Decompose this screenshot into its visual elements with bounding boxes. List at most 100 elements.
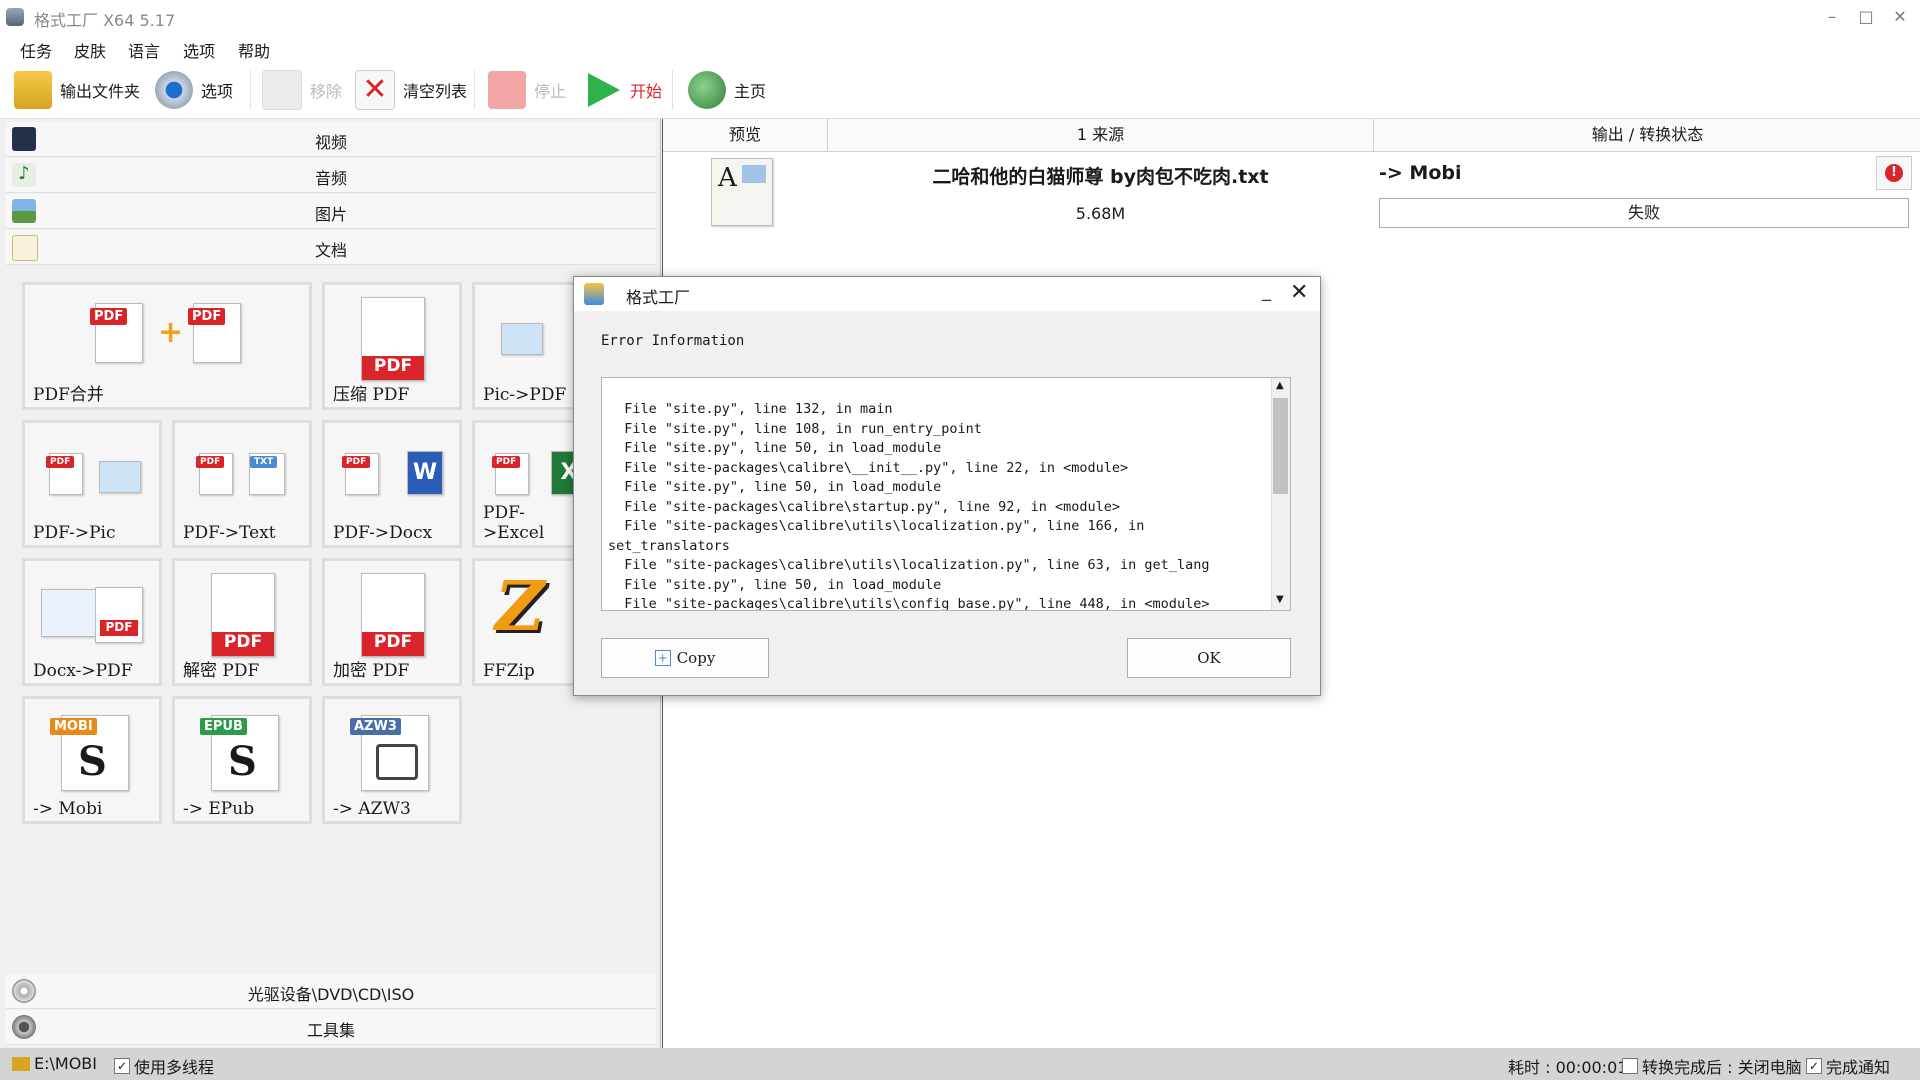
log-line: File "site.py", line 50, in load_module xyxy=(608,479,942,495)
tile-compress-pdf[interactable]: PDF 压缩 PDF xyxy=(322,282,462,410)
table-row[interactable]: A 二哈和他的白猫师尊 by肉包不吃肉.txt 5.68M -> Mobi ! … xyxy=(663,152,1920,232)
error-info-button[interactable]: ! xyxy=(1876,156,1912,190)
tile-to-mobi[interactable]: MOBI S -> Mobi xyxy=(22,696,162,824)
category-video-label: 视频 xyxy=(314,133,347,152)
scrollbar-thumb[interactable] xyxy=(1273,398,1288,494)
copy-label: Copy xyxy=(676,649,716,667)
scroll-up-arrow-icon[interactable]: ▲ xyxy=(1276,380,1284,391)
source-filesize: 5.68M xyxy=(1075,204,1126,223)
remove-button[interactable]: 移除 xyxy=(262,68,342,112)
tile-label: -> AZW3 xyxy=(333,799,411,819)
menu-skin[interactable]: 皮肤 xyxy=(74,38,106,62)
notify-checkbox[interactable]: ✓ 完成通知 xyxy=(1806,1054,1890,1078)
maximize-button[interactable]: □ xyxy=(1854,6,1878,28)
tile-to-epub[interactable]: EPUB S -> EPub xyxy=(172,696,312,824)
app-icon xyxy=(6,8,24,26)
log-line: File "site.py", line 50, in load_module xyxy=(608,440,942,456)
app-icon xyxy=(584,283,604,305)
menu-language[interactable]: 语言 xyxy=(128,38,160,62)
tile-pdf-to-pic[interactable]: PDF PDF->Pic xyxy=(22,420,162,548)
pdf-file-icon: PDF xyxy=(492,453,529,495)
tile-pdf-to-excel[interactable]: PDF X PDF->Excel xyxy=(472,420,587,548)
tile-ffzip[interactable]: Z FFZip xyxy=(472,558,582,686)
elapsed-label: 耗时 : 00:00:01 xyxy=(1508,1058,1628,1077)
lock-pdf-icon: PDF xyxy=(361,573,425,657)
tile-label: Docx->PDF xyxy=(33,661,133,681)
picture-icon xyxy=(501,323,543,355)
menu-options[interactable]: 选项 xyxy=(183,38,215,62)
menu-task[interactable]: 任务 xyxy=(20,38,52,62)
output-path[interactable]: E:\MOBI xyxy=(12,1054,97,1073)
folder-icon xyxy=(14,71,52,109)
minimize-button[interactable]: – xyxy=(1820,6,1844,28)
category-video[interactable]: 视频 xyxy=(6,122,656,157)
checkbox-checked-icon: ✓ xyxy=(114,1058,130,1074)
copy-button[interactable]: + Copy xyxy=(601,638,769,678)
pdf-file-icon: PDF xyxy=(90,303,143,363)
start-label: 开始 xyxy=(630,82,663,101)
toolbar-divider xyxy=(474,70,475,110)
tile-label: 解密 PDF xyxy=(183,661,260,681)
category-audio[interactable]: ♪ 音频 xyxy=(6,158,656,193)
error-log-textarea[interactable]: File "site.py", line 132, in main File "… xyxy=(601,377,1291,611)
tile-decrypt-pdf[interactable]: PDF 解密 PDF xyxy=(172,558,312,686)
start-button[interactable]: 开始 xyxy=(584,68,662,112)
output-folder-label: 输出文件夹 xyxy=(60,82,141,101)
column-header-source[interactable]: 1 来源 xyxy=(828,119,1374,152)
output-folder-button[interactable]: 输出文件夹 xyxy=(14,68,140,112)
error-dialog: 格式工厂 _ ✕ Error Information File "site.py… xyxy=(573,276,1321,696)
calibre-icon: S xyxy=(228,738,257,785)
menu-help[interactable]: 帮助 xyxy=(238,38,270,62)
options-label: 选项 xyxy=(201,82,234,101)
log-line: File "site-packages\calibre\utils\locali… xyxy=(608,557,1210,573)
error-log-content: File "site.py", line 132, in main File "… xyxy=(608,400,1258,610)
tile-label: PDF->Excel xyxy=(483,503,545,543)
plus-icon: + xyxy=(158,315,184,350)
multithread-checkbox[interactable]: ✓ 使用多线程 xyxy=(114,1054,214,1078)
category-audio-label: 音频 xyxy=(314,169,347,188)
notify-label: 完成通知 xyxy=(1826,1058,1891,1077)
source-filename: 二哈和他的白猫师尊 by肉包不吃肉.txt xyxy=(932,166,1269,188)
tile-docx-to-pdf[interactable]: PDF Docx->PDF xyxy=(22,558,162,686)
tile-pdf-to-docx[interactable]: PDF W PDF->Docx xyxy=(322,420,462,548)
stop-button[interactable]: 停止 xyxy=(488,68,566,112)
checkbox-unchecked-icon xyxy=(1622,1058,1638,1074)
dialog-close-button[interactable]: ✕ xyxy=(1290,280,1308,305)
dialog-minimize-button[interactable]: _ xyxy=(1262,281,1271,302)
tile-label: PDF->Pic xyxy=(33,523,116,543)
tile-label: FFZip xyxy=(483,661,535,681)
copy-icon: + xyxy=(654,650,671,666)
home-label: 主页 xyxy=(734,82,767,101)
play-icon xyxy=(588,73,620,107)
error-information-heading: Error Information xyxy=(601,333,745,349)
tile-pic-to-pdf[interactable]: Pic->PDF xyxy=(472,282,582,410)
column-header-output[interactable]: 输出 / 转换状态 xyxy=(1374,119,1920,152)
after-convert-checkbox[interactable]: 转换完成后 : 关闭电脑 xyxy=(1622,1054,1802,1078)
column-header-preview[interactable]: 预览 xyxy=(663,119,828,152)
tile-pdf-merge[interactable]: PDF + PDF PDF合并 xyxy=(22,282,312,410)
tile-encrypt-pdf[interactable]: PDF 加密 PDF xyxy=(322,558,462,686)
options-button[interactable]: 选项 xyxy=(155,68,233,112)
title-bar: 格式工厂 X64 5.17 – □ ✕ xyxy=(0,0,1920,34)
log-line: File "site-packages\calibre\startup.py",… xyxy=(608,498,1121,515)
section-optical-label: 光驱设备\DVD\CD\ISO xyxy=(247,985,415,1004)
tile-pdf-to-text[interactable]: PDF TXT PDF->Text xyxy=(172,420,312,548)
stop-label: 停止 xyxy=(534,82,567,101)
elapsed-time: 耗时 : 00:00:01 xyxy=(1508,1054,1627,1078)
picture-icon xyxy=(99,461,141,493)
tile-label: 加密 PDF xyxy=(333,661,410,681)
close-button[interactable]: ✕ xyxy=(1888,6,1912,28)
section-tools[interactable]: 工具集 xyxy=(6,1010,656,1045)
azw3-file-icon: AZW3 xyxy=(350,715,429,791)
category-image[interactable]: 图片 xyxy=(6,194,656,229)
remove-label: 移除 xyxy=(310,82,343,101)
home-button[interactable]: 主页 xyxy=(688,68,766,112)
ok-button[interactable]: OK xyxy=(1127,638,1291,678)
section-tools-label: 工具集 xyxy=(306,1021,355,1040)
category-document[interactable]: 文档 xyxy=(6,230,656,265)
vertical-scrollbar[interactable]: ▲ ▼ xyxy=(1271,378,1290,610)
tile-to-azw3[interactable]: AZW3 -> AZW3 xyxy=(322,696,462,824)
section-optical-drive[interactable]: 光驱设备\DVD\CD\ISO xyxy=(6,974,656,1009)
clear-list-button[interactable]: ✕ 清空列表 xyxy=(355,68,467,112)
scroll-down-arrow-icon[interactable]: ▼ xyxy=(1276,594,1284,605)
